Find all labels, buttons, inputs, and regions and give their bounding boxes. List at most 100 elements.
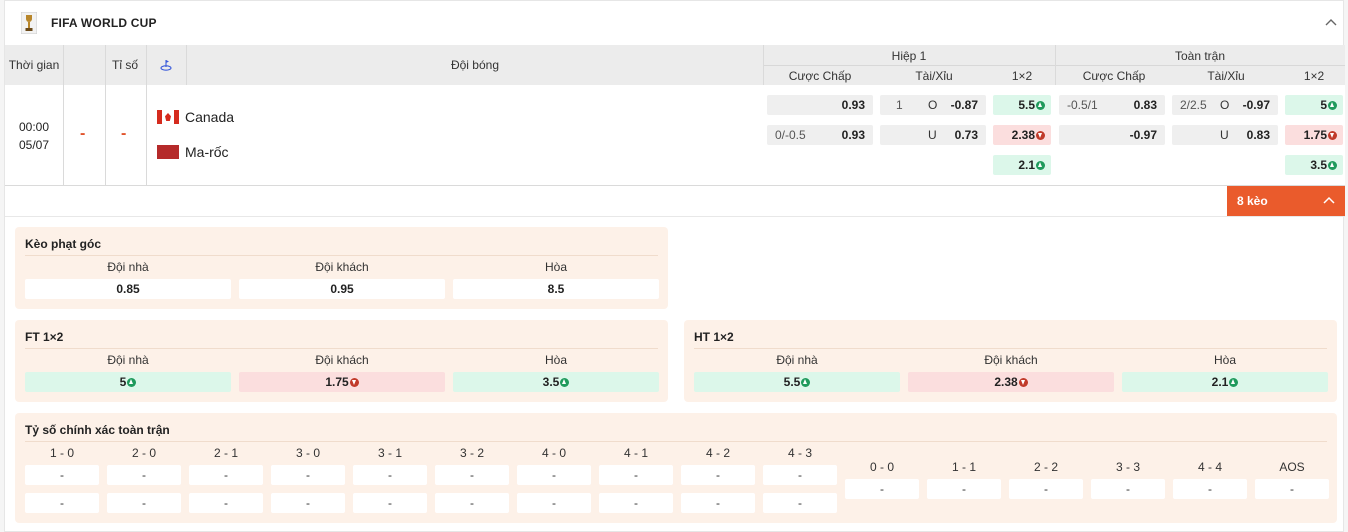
score-odds-home[interactable]: - — [353, 465, 427, 485]
score-odds-home[interactable]: - — [681, 465, 755, 485]
score-odds-away[interactable]: - — [517, 493, 591, 513]
ft-handicap-away[interactable]: -0.97 — [1059, 125, 1165, 145]
score-odds-draw[interactable]: - — [1173, 479, 1247, 499]
score-odds-home[interactable]: - — [763, 465, 837, 485]
divider — [186, 45, 187, 85]
home-team[interactable]: Canada — [157, 109, 234, 125]
score-odds-away[interactable]: - — [271, 493, 345, 513]
col-ft-1x2: 1×2 — [1303, 69, 1325, 83]
score-odds-home[interactable]: - — [189, 465, 263, 485]
score-label: 2 - 2 — [1033, 460, 1058, 474]
home-label: Đội nhà — [776, 353, 818, 367]
arrow-up-icon — [1229, 377, 1239, 387]
score-odds-away[interactable]: - — [189, 493, 263, 513]
score-odds-home[interactable]: - — [271, 465, 345, 485]
h1-1x2-home[interactable]: 5.5 — [993, 95, 1051, 115]
canada-flag-icon — [157, 110, 179, 124]
ft-1x2-away[interactable]: 1.75 — [1285, 125, 1343, 145]
h1-handicap-away[interactable]: 0/-0.5 0.93 — [767, 125, 873, 145]
score-label: 4 - 2 — [705, 446, 730, 460]
odds-value: 3.5 — [1310, 158, 1327, 172]
score-odds-home[interactable]: - — [25, 465, 99, 485]
arrow-down-icon — [349, 377, 359, 387]
more-bets-label: 8 kèo — [1237, 194, 1268, 208]
ft-over[interactable]: 2/2.5 O -0.97 — [1172, 95, 1278, 115]
away-team[interactable]: Ma-rốc — [157, 144, 229, 160]
league-title: FIFA WORLD CUP — [51, 16, 157, 30]
h1-1x2-away[interactable]: 2.38 — [993, 125, 1051, 145]
score-odds-home[interactable]: - — [517, 465, 591, 485]
ht-away-odds[interactable]: 2.38 — [908, 372, 1114, 392]
score-odds-draw[interactable]: - — [845, 479, 919, 499]
arrow-up-icon — [1036, 100, 1045, 110]
ft-under[interactable]: U 0.83 — [1172, 125, 1278, 145]
score-odds-away[interactable]: - — [25, 493, 99, 513]
score-odds-home[interactable]: - — [435, 465, 509, 485]
total-line: 2/2.5 — [1180, 98, 1207, 112]
odds-value: 2.38 — [994, 375, 1018, 389]
home-score: - — [80, 125, 86, 142]
odds-value: 0.93 — [841, 128, 865, 142]
ft-1x2-draw[interactable]: 3.5 — [1285, 155, 1343, 175]
odds-value: 3.5 — [542, 375, 560, 389]
divider — [25, 255, 658, 256]
divider — [105, 85, 106, 185]
table-header: Thời gian Tỉ số Đội bóng Hiệp 1 Toàn trậ… — [5, 45, 1345, 85]
score-odds-draw[interactable]: - — [1091, 479, 1165, 499]
corner-draw-odds[interactable]: 8.5 — [453, 279, 659, 299]
arrow-down-icon — [1036, 130, 1045, 140]
corner-away-odds[interactable]: 0.95 — [239, 279, 445, 299]
col-ft-overunder: Tài/Xỉu — [1207, 69, 1245, 83]
match-row[interactable]: 00:00 05/07 - - Canada Ma-rốc 0.93 0/-0.… — [5, 85, 1345, 185]
h1-1x2-draw[interactable]: 2.1 — [993, 155, 1051, 175]
score-odds-away[interactable]: - — [681, 493, 755, 513]
arrow-up-icon — [1036, 160, 1045, 170]
odds-value: 0.83 — [1246, 128, 1270, 142]
score-label: 3 - 2 — [459, 446, 484, 460]
score-odds-away[interactable]: - — [435, 493, 509, 513]
score-odds-draw[interactable]: - — [927, 479, 1001, 499]
score-odds-away[interactable]: - — [599, 493, 673, 513]
score-label: 3 - 1 — [377, 446, 402, 460]
score-odds-away[interactable]: - — [107, 493, 181, 513]
corner-home-odds[interactable]: 0.85 — [25, 279, 231, 299]
ft-home-odds[interactable]: 5 — [25, 372, 231, 392]
divider — [63, 45, 64, 85]
ft-draw-odds[interactable]: 3.5 — [453, 372, 659, 392]
league-header[interactable]: FIFA WORLD CUP — [5, 1, 1345, 45]
away-label: Đội khách — [315, 260, 369, 274]
score-label: 4 - 1 — [623, 446, 648, 460]
collapse-chevron-icon[interactable] — [1325, 17, 1337, 27]
ft-1x2-home[interactable]: 5 — [1285, 95, 1343, 115]
odds-value: 1.75 — [1303, 128, 1327, 142]
arrow-up-icon — [560, 377, 570, 387]
h1-handicap-home[interactable]: 0.93 — [767, 95, 873, 115]
arrow-down-icon — [1328, 130, 1337, 140]
score-odds-draw[interactable]: - — [1009, 479, 1083, 499]
h1-under[interactable]: U 0.73 — [880, 125, 986, 145]
league-card: FIFA WORLD CUP Thời gian Tỉ số Đội bóng … — [4, 0, 1345, 532]
h1-over[interactable]: 1 O -0.87 — [880, 95, 986, 115]
score-odds-draw[interactable]: - — [1255, 479, 1329, 499]
score-odds-home[interactable]: - — [107, 465, 181, 485]
odds-value: 5.5 — [783, 375, 801, 389]
score-odds-away[interactable]: - — [763, 493, 837, 513]
ft-away-odds[interactable]: 1.75 — [239, 372, 445, 392]
away-score: - — [121, 125, 127, 142]
score-odds-away[interactable]: - — [353, 493, 427, 513]
divider — [25, 348, 658, 349]
odds-value: 2.1 — [1211, 375, 1229, 389]
score-label: 4 - 3 — [787, 446, 812, 460]
score-label: 3 - 0 — [295, 446, 320, 460]
divider — [5, 216, 1345, 217]
odds-value: -0.97 — [1242, 98, 1270, 112]
ht-home-odds[interactable]: 5.5 — [694, 372, 900, 392]
ht-draw-odds[interactable]: 2.1 — [1122, 372, 1328, 392]
ft-handicap-home[interactable]: -0.5/1 0.83 — [1059, 95, 1165, 115]
score-odds-home[interactable]: - — [599, 465, 673, 485]
odds-value: 0.73 — [954, 128, 978, 142]
more-bets-button[interactable]: 8 kèo — [1227, 186, 1345, 216]
odds-value: 1.75 — [325, 375, 349, 389]
odds-value: 2.1 — [1018, 158, 1035, 172]
odds-value: -0.87 — [950, 98, 978, 112]
